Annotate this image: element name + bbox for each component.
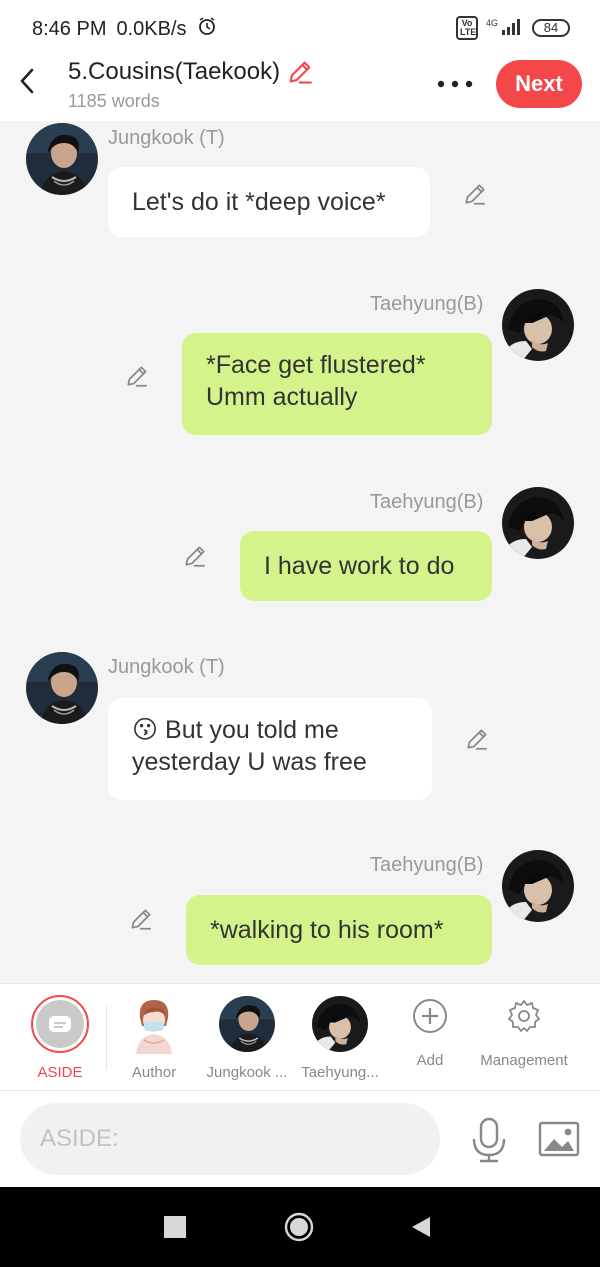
more-options-button[interactable] bbox=[436, 76, 474, 88]
alarm-icon bbox=[197, 16, 217, 42]
system-nav-bar bbox=[0, 1187, 600, 1267]
message-text: But you told me yesterday U was free bbox=[132, 716, 367, 776]
management-label: Management bbox=[480, 1052, 568, 1069]
input-row bbox=[0, 1091, 600, 1187]
edit-message-icon[interactable] bbox=[464, 726, 490, 752]
aside-button[interactable]: ASIDE bbox=[14, 994, 106, 1084]
battery-icon: 84 bbox=[532, 19, 570, 37]
header: 5.Cousins(Taekook) 1185 words Next bbox=[0, 56, 600, 121]
message-bubble[interactable]: Let's do it *deep voice* bbox=[108, 167, 430, 237]
home-circle-icon bbox=[284, 1212, 314, 1242]
aside-icon bbox=[31, 995, 89, 1053]
jungkook-label: Jungkook ... bbox=[206, 1064, 288, 1081]
add-label: Add bbox=[416, 1052, 444, 1069]
network-label: 4G bbox=[485, 18, 498, 28]
message-bubble[interactable]: I have work to do bbox=[240, 531, 492, 601]
avatar-taehyung[interactable] bbox=[502, 289, 574, 361]
aside-label: ASIDE bbox=[37, 1064, 83, 1081]
edit-message-icon[interactable] bbox=[182, 543, 208, 569]
status-right: Vo LTE 4G 84 bbox=[455, 16, 570, 40]
status-speed: 0.0KB/s bbox=[116, 17, 187, 40]
next-button[interactable]: Next bbox=[496, 60, 582, 108]
management-button[interactable]: Management bbox=[478, 994, 570, 1084]
add-circle-icon bbox=[413, 999, 447, 1033]
edit-message-icon[interactable] bbox=[128, 906, 154, 932]
back-triangle-icon bbox=[412, 1217, 430, 1237]
add-character-button[interactable]: Add bbox=[384, 994, 476, 1084]
emoji-kissing: 😗 bbox=[132, 716, 159, 744]
sender-name: Taehyung(B) bbox=[370, 491, 484, 513]
recents-button[interactable] bbox=[164, 1216, 186, 1238]
microphone-button[interactable] bbox=[470, 1117, 508, 1163]
status-bar: 8:46 PM 0.0KB/s Vo LTE 4G 84 bbox=[0, 0, 600, 56]
avatar-jungkook[interactable] bbox=[26, 652, 98, 724]
microphone-icon bbox=[472, 1117, 506, 1163]
edit-title-icon[interactable] bbox=[286, 58, 314, 86]
message-bubble[interactable]: *Face get flustered* Umm actually bbox=[182, 333, 492, 435]
edit-message-icon[interactable] bbox=[462, 181, 488, 207]
avatar-taehyung[interactable] bbox=[502, 487, 574, 559]
sender-name: Taehyung(B) bbox=[370, 854, 484, 876]
sender-name: Taehyung(B) bbox=[370, 293, 484, 315]
jungkook-avatar-icon bbox=[219, 996, 275, 1052]
message-bubble[interactable]: 😗 But you told me yesterday U was free bbox=[108, 698, 432, 800]
back-button[interactable] bbox=[14, 64, 40, 98]
avatar-taehyung[interactable] bbox=[502, 850, 574, 922]
word-count: 1185 words bbox=[68, 91, 160, 111]
character-author[interactable]: Author bbox=[108, 994, 200, 1084]
character-toolbar: ASIDE Author Jungkook ... Taehyung... Ad… bbox=[0, 983, 600, 1091]
story-title-row[interactable]: 5.Cousins(Taekook) bbox=[68, 58, 314, 86]
status-left: 8:46 PM 0.0KB/s bbox=[32, 16, 217, 42]
more-dots-icon bbox=[437, 80, 473, 88]
back-nav-button[interactable] bbox=[410, 1215, 432, 1239]
message-bubble[interactable]: *walking to his room* bbox=[186, 895, 492, 965]
chat-area[interactable]: Jungkook (T) Let's do it *deep voice* Ta… bbox=[0, 121, 600, 983]
status-time: 8:46 PM bbox=[32, 17, 107, 40]
taehyung-avatar-icon bbox=[312, 996, 368, 1052]
home-button[interactable] bbox=[284, 1212, 314, 1242]
edit-message-icon[interactable] bbox=[124, 363, 150, 389]
volte-icon: Vo LTE bbox=[455, 16, 478, 40]
taehyung-label: Taehyung... bbox=[301, 1064, 379, 1081]
toolbar-divider bbox=[106, 1006, 107, 1070]
aside-input[interactable] bbox=[20, 1103, 440, 1175]
character-taehyung[interactable]: Taehyung... bbox=[294, 994, 386, 1084]
signal-icon bbox=[500, 18, 524, 39]
image-icon bbox=[538, 1121, 580, 1157]
character-jungkook[interactable]: Jungkook ... bbox=[201, 994, 293, 1084]
avatar-jungkook[interactable] bbox=[26, 123, 98, 195]
author-avatar-icon bbox=[136, 1000, 172, 1054]
gear-icon bbox=[508, 1000, 540, 1032]
image-button[interactable] bbox=[538, 1119, 580, 1159]
sender-name: Jungkook (T) bbox=[108, 127, 225, 149]
page-title: 5.Cousins(Taekook) bbox=[68, 58, 281, 85]
chevron-left-icon bbox=[20, 68, 34, 94]
author-label: Author bbox=[131, 1064, 177, 1081]
sender-name: Jungkook (T) bbox=[108, 656, 225, 678]
